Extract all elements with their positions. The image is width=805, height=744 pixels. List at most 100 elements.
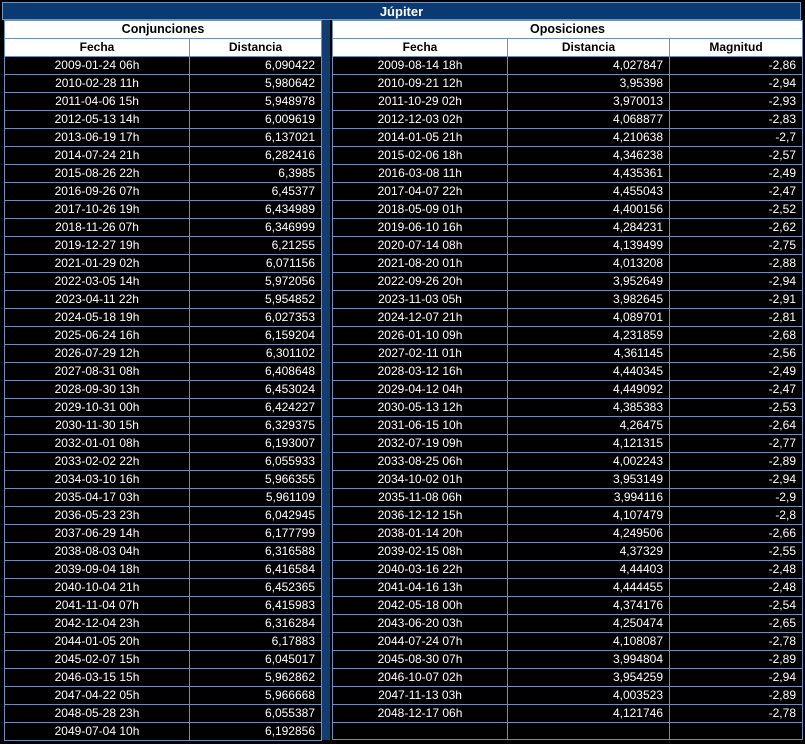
table-cell: 6,346999 bbox=[189, 218, 322, 237]
table-cell: -2,94 bbox=[669, 668, 803, 687]
table-cell: 6,055933 bbox=[189, 452, 322, 471]
table-cell: 6,159204 bbox=[189, 326, 322, 345]
table-cell: 2039-02-15 08h bbox=[332, 542, 508, 561]
table-cell: 2029-10-31 00h bbox=[4, 398, 190, 417]
table-cell: 6,316284 bbox=[189, 614, 322, 633]
table-cell: 3,994804 bbox=[507, 650, 670, 669]
table-row: 2029-10-31 00h 6,424227 bbox=[4, 398, 322, 417]
table-cell: 5,972056 bbox=[189, 272, 322, 291]
table-cell: 2012-05-13 14h bbox=[4, 110, 190, 129]
table-cell: 2039-09-04 18h bbox=[4, 560, 190, 579]
table-cell: 2044-01-05 20h bbox=[4, 632, 190, 651]
table-cell: 2034-10-02 01h bbox=[332, 470, 508, 489]
table-row: 2042-12-04 23h 6,316284 bbox=[4, 614, 322, 633]
table-cell: 3,982645 bbox=[507, 290, 670, 309]
table-row: 2024-12-07 21h 4,089701 -2,81 bbox=[332, 308, 803, 327]
table-cell: -2,65 bbox=[669, 614, 803, 633]
table-row: 2023-11-03 05h 3,982645 -2,91 bbox=[332, 290, 803, 309]
table-row: 2042-05-18 00h 4,374176 -2,54 bbox=[332, 596, 803, 615]
table-cell: -2,57 bbox=[669, 146, 803, 165]
table-cell: 2041-11-04 07h bbox=[4, 596, 190, 615]
table-row: 2024-05-18 19h 6,027353 bbox=[4, 308, 322, 327]
table-cell: 2016-03-08 11h bbox=[332, 164, 508, 183]
table-cell: 2021-01-29 02h bbox=[4, 254, 190, 273]
table-cell: 2033-02-02 22h bbox=[4, 452, 190, 471]
table-cell: 6,009619 bbox=[189, 110, 322, 129]
table-row: 2033-02-02 22h 6,055933 bbox=[4, 452, 322, 471]
table-cell: 2046-03-15 15h bbox=[4, 668, 190, 687]
table-cell: 4,089701 bbox=[507, 308, 670, 327]
table-row: 2018-05-09 01h 4,400156 -2,52 bbox=[332, 200, 803, 219]
table-cell: 2027-02-11 01h bbox=[332, 344, 508, 363]
table-cell: 6,17883 bbox=[189, 632, 322, 651]
table-cell: 4,449092 bbox=[507, 380, 670, 399]
table-cell: 2030-11-30 15h bbox=[4, 416, 190, 435]
table-cell: 3,994116 bbox=[507, 488, 670, 507]
table-cell: 4,44403 bbox=[507, 560, 670, 579]
table-cell: 2045-02-07 15h bbox=[4, 650, 190, 669]
table-row: 2030-11-30 15h 6,329375 bbox=[4, 416, 322, 435]
table-cell: 4,068877 bbox=[507, 110, 670, 129]
table-cell: 2043-06-20 03h bbox=[332, 614, 508, 633]
table-cell: 4,210638 bbox=[507, 128, 670, 147]
table-cell: 2024-12-07 21h bbox=[332, 308, 508, 327]
table-cell: 4,108087 bbox=[507, 632, 670, 651]
table-cell: 6,045017 bbox=[189, 650, 322, 669]
table-row: 2017-04-07 22h 4,455043 -2,47 bbox=[332, 182, 803, 201]
table-row: 2036-05-23 23h 6,042945 bbox=[4, 506, 322, 525]
table-row: 2013-06-19 17h 6,137021 bbox=[4, 128, 322, 147]
table-row: 2039-09-04 18h 6,416584 bbox=[4, 560, 322, 579]
table-row: 2018-11-26 07h 6,346999 bbox=[4, 218, 322, 237]
column-header-distancia: Distancia bbox=[507, 38, 670, 57]
table-cell: -2,78 bbox=[669, 704, 803, 723]
table-row: 2016-09-26 07h 6,45377 bbox=[4, 182, 322, 201]
table-cell: 2013-06-19 17h bbox=[4, 128, 190, 147]
table-cell: 4,284231 bbox=[507, 218, 670, 237]
table-row: 2036-12-12 15h 4,107479 -2,8 bbox=[332, 506, 803, 525]
table-cell: 4,400156 bbox=[507, 200, 670, 219]
table-row: 2031-06-15 10h 4,26475 -2,64 bbox=[332, 416, 803, 435]
table-cell: 6,415983 bbox=[189, 596, 322, 615]
table-row: 2046-03-15 15h 5,962862 bbox=[4, 668, 322, 687]
table-row: 2010-09-21 12h 3,95398 -2,94 bbox=[332, 74, 803, 93]
table-row: 2022-09-26 20h 3,952649 -2,94 bbox=[332, 272, 803, 291]
table-cell: 6,027353 bbox=[189, 308, 322, 327]
table-row: 2038-08-03 04h 6,316588 bbox=[4, 542, 322, 561]
table-cell: 2011-04-06 15h bbox=[4, 92, 190, 111]
table-cell: 6,3985 bbox=[189, 164, 322, 183]
table-row: 2047-11-13 03h 4,003523 -2,89 bbox=[332, 686, 803, 705]
table-row: 2048-12-17 06h 4,121746 -2,78 bbox=[332, 704, 803, 723]
table-cell: 6,071156 bbox=[189, 254, 322, 273]
page-title: Júpiter bbox=[2, 2, 801, 20]
conjunciones-body: 2009-01-24 06h 6,090422 2010-02-28 11h 5,98… bbox=[4, 56, 322, 741]
conjunciones-heading: Conjunciones bbox=[4, 20, 322, 39]
table-row: 2016-03-08 11h 4,435361 -2,49 bbox=[332, 164, 803, 183]
table-row: 2014-01-05 21h 4,210638 -2,7 bbox=[332, 128, 803, 147]
table-cell: 2026-01-10 09h bbox=[332, 326, 508, 345]
table-cell: 2035-04-17 03h bbox=[4, 488, 190, 507]
table-row: 2032-01-01 08h 6,193007 bbox=[4, 434, 322, 453]
table-row: 2028-09-30 13h 6,453024 bbox=[4, 380, 322, 399]
table-cell: 2021-08-20 01h bbox=[332, 254, 508, 273]
table-cell: 2040-03-16 22h bbox=[332, 560, 508, 579]
table-cell: -2,8 bbox=[669, 506, 803, 525]
table-row: 2010-02-28 11h 5,980642 bbox=[4, 74, 322, 93]
table-cell: 2038-08-03 04h bbox=[4, 542, 190, 561]
table-row: 2033-08-25 06h 4,002243 -2,89 bbox=[332, 452, 803, 471]
table-cell: 2014-01-05 21h bbox=[332, 128, 508, 147]
table-cell: -2,89 bbox=[669, 452, 803, 471]
table-cell: -2,83 bbox=[669, 110, 803, 129]
table-cell: 2024-05-18 19h bbox=[4, 308, 190, 327]
table-cell: 4,346238 bbox=[507, 146, 670, 165]
table-cell: 2048-12-17 06h bbox=[332, 704, 508, 723]
table-cell: 2048-05-28 23h bbox=[4, 704, 190, 723]
table-cell: 6,316588 bbox=[189, 542, 322, 561]
table-cell: -2,75 bbox=[669, 236, 803, 255]
table-cell: 2038-01-14 20h bbox=[332, 524, 508, 543]
table-row: 2014-07-24 21h 6,282416 bbox=[4, 146, 322, 165]
table-row: 2041-11-04 07h 6,415983 bbox=[4, 596, 322, 615]
table-cell: -2,86 bbox=[669, 56, 803, 75]
table-cell: 2015-08-26 22h bbox=[4, 164, 190, 183]
table-cell: -2,52 bbox=[669, 200, 803, 219]
table-cell: -2,54 bbox=[669, 596, 803, 615]
